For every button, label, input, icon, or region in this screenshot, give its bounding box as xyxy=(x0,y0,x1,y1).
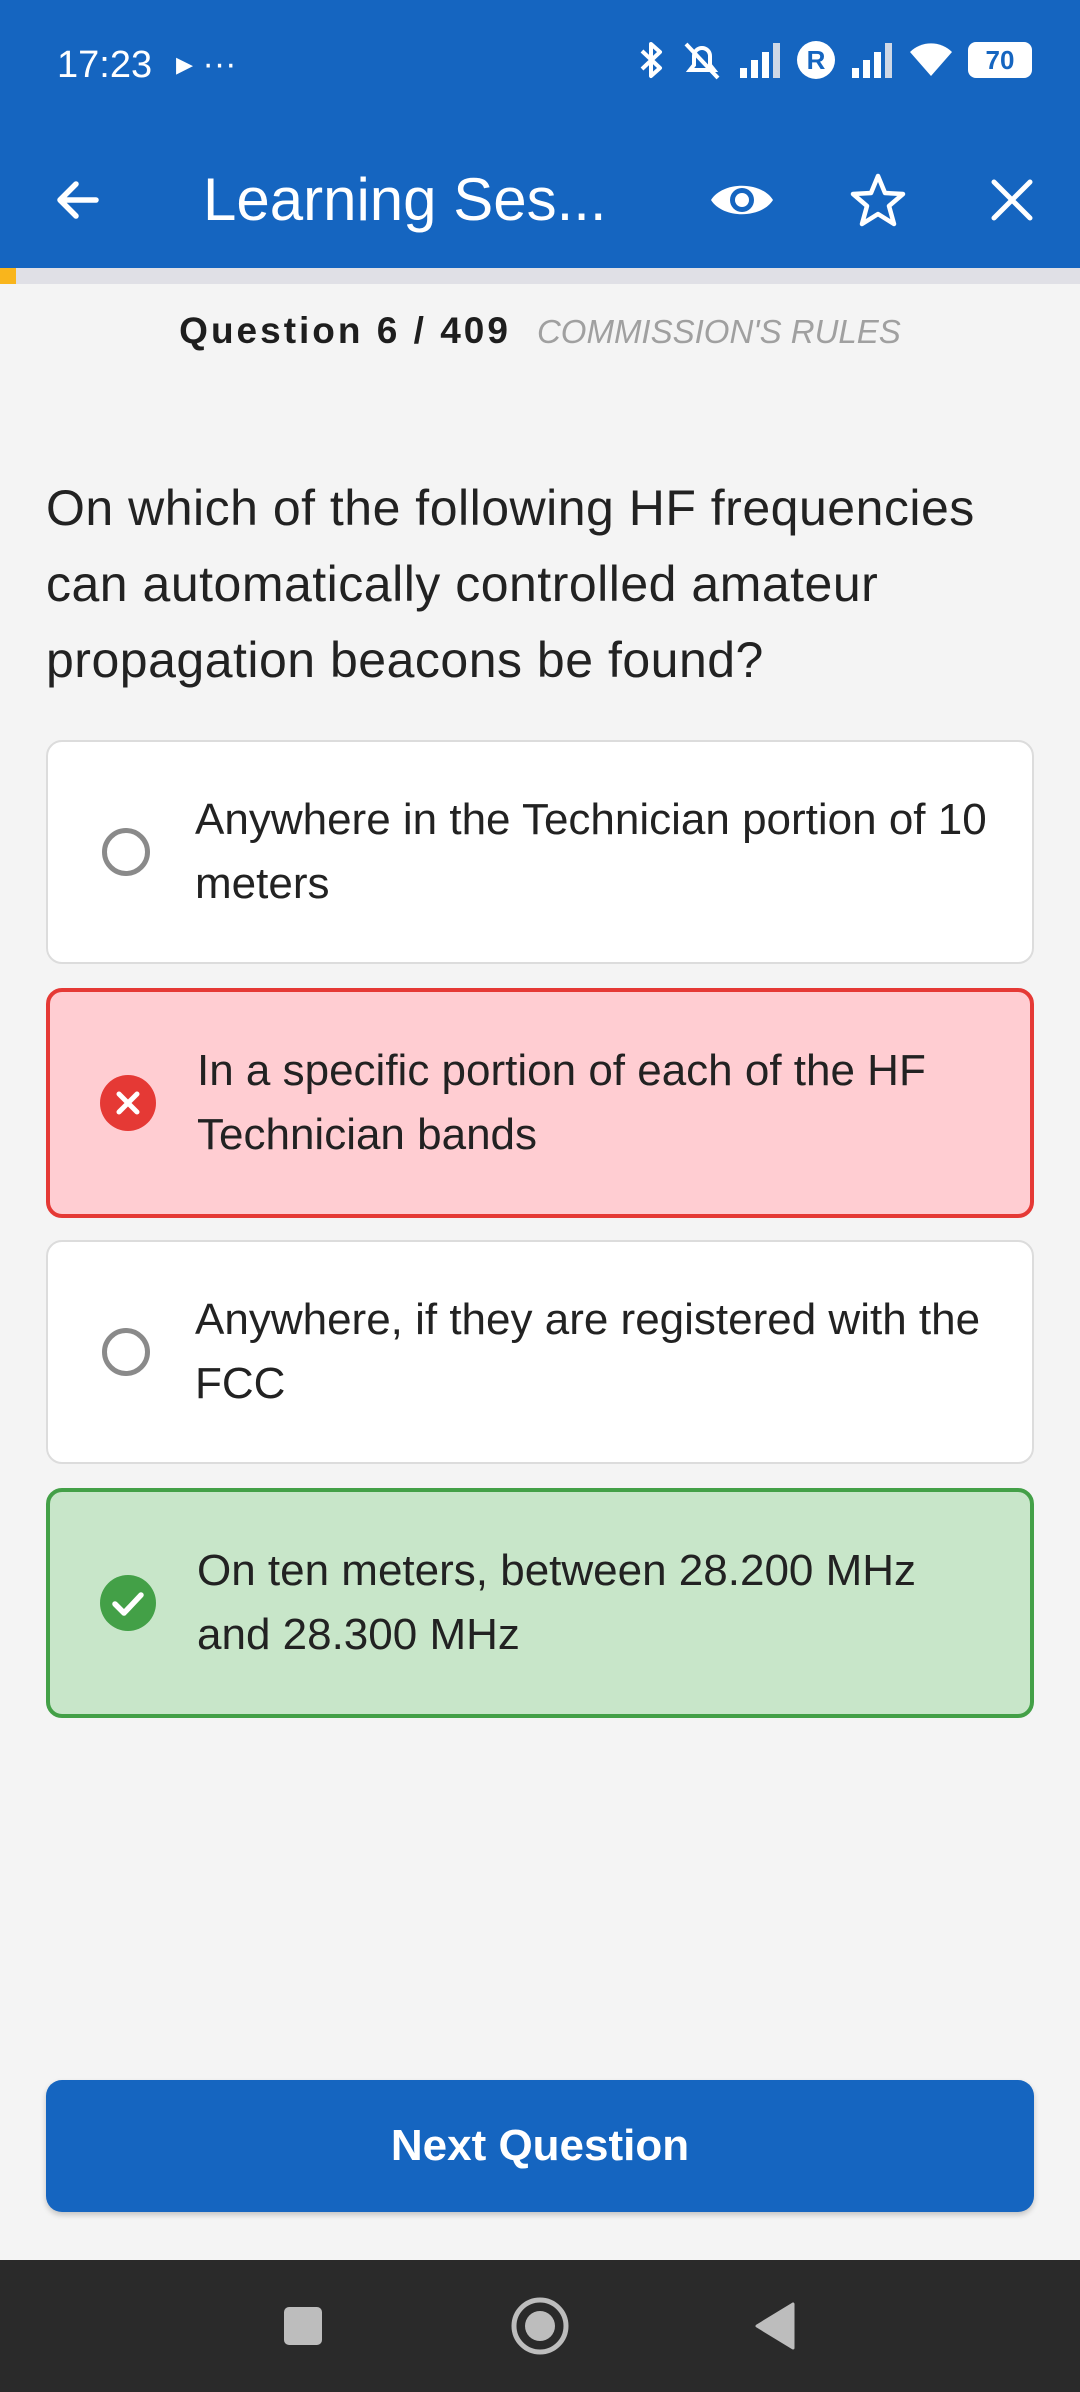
incorrect-icon xyxy=(100,1075,156,1131)
answer-option-text: Anywhere, if they are registered with th… xyxy=(195,1295,981,1408)
answer-option-text: On ten meters, between 28.200 MHz and 28… xyxy=(197,1546,917,1659)
question-header: Question 6 / 409 COMMISSION'S RULES xyxy=(0,310,1080,352)
roaming-icon: R xyxy=(797,41,835,79)
question-category: COMMISSION'S RULES xyxy=(536,313,901,350)
reveal-answer-button[interactable] xyxy=(702,160,782,240)
eye-icon xyxy=(711,185,773,215)
question-text: On which of the following HF frequencies… xyxy=(46,480,975,688)
arrow-left-icon xyxy=(57,181,99,219)
close-button[interactable] xyxy=(972,160,1052,240)
square-icon xyxy=(284,2307,322,2345)
answer-option-3[interactable]: Anywhere, if they are registered with th… xyxy=(46,1240,1034,1464)
question-number: Question 6 / 409 xyxy=(179,310,511,351)
answer-option-1[interactable]: Anywhere in the Technician portion of 10… xyxy=(46,740,1034,964)
recents-button[interactable] xyxy=(265,2288,341,2364)
progress-bar xyxy=(0,268,1080,284)
correct-check-icon xyxy=(100,1575,156,1631)
home-circle-icon xyxy=(511,2297,569,2355)
back-button[interactable] xyxy=(38,160,118,240)
close-icon xyxy=(991,179,1033,221)
mute-icon xyxy=(684,42,720,80)
battery-level: 70 xyxy=(985,44,1015,75)
answer-option-text: Anywhere in the Technician portion of 10… xyxy=(195,795,987,908)
answer-option-text: In a specific portion of each of the HF … xyxy=(197,1046,926,1159)
triangle-back-icon xyxy=(755,2302,795,2350)
status-bar: 17:23 ▸ ··· R 70 xyxy=(0,0,1080,132)
favorite-button[interactable] xyxy=(838,160,918,240)
radio-unselected-icon xyxy=(98,824,154,880)
answer-option-2[interactable]: In a specific portion of each of the HF … xyxy=(46,988,1034,1218)
signal-icon-2 xyxy=(852,43,892,78)
next-question-button[interactable]: Next Question xyxy=(46,2080,1034,2212)
bluetooth-icon xyxy=(640,42,662,78)
app-bar: Learning Ses... xyxy=(0,132,1080,268)
system-navigation-bar xyxy=(0,2260,1080,2392)
back-nav-button[interactable] xyxy=(737,2288,813,2364)
status-right-icons: R 70 xyxy=(636,40,1032,80)
star-outline-icon xyxy=(850,173,906,227)
battery-icon: 70 xyxy=(968,42,1032,78)
wifi-icon xyxy=(910,43,952,76)
status-notification-icons: ▸ ··· xyxy=(176,45,237,83)
app-title: Learning Ses... xyxy=(203,166,607,233)
progress-fill xyxy=(0,268,16,284)
radio-unselected-icon xyxy=(98,1324,154,1380)
svg-text:R: R xyxy=(807,45,826,75)
status-time: 17:23 xyxy=(57,44,153,86)
answer-option-4[interactable]: On ten meters, between 28.200 MHz and 28… xyxy=(46,1488,1034,1718)
home-button[interactable] xyxy=(502,2288,578,2364)
signal-icon xyxy=(740,43,780,78)
